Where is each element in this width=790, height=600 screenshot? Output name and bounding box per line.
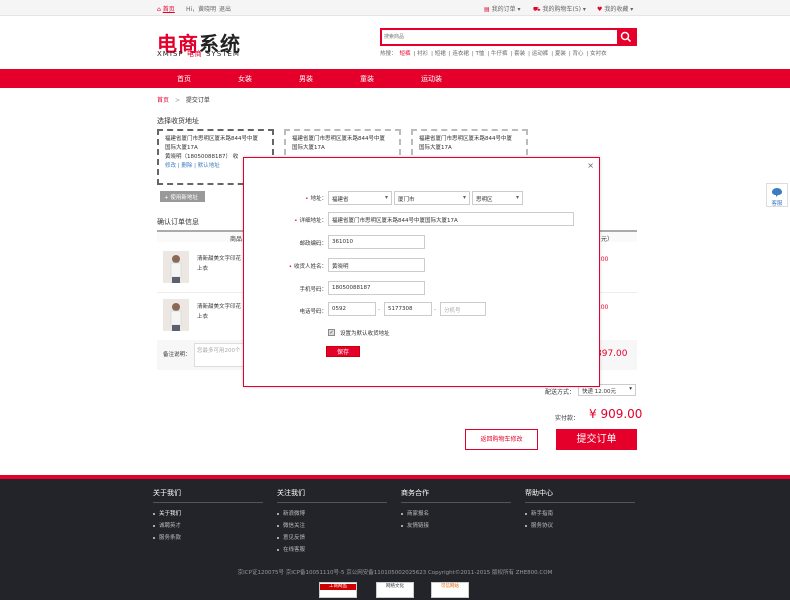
greeting-text: Hi，黄晓明 xyxy=(186,6,217,13)
home-icon: ⌂ xyxy=(157,6,161,13)
cart-link[interactable]: ⛟ 我的购物车(5) ▾ xyxy=(533,4,586,14)
search-icon xyxy=(620,31,632,43)
hot-link[interactable]: 短裙 xyxy=(435,51,446,57)
footer-link[interactable]: 意见反馈 xyxy=(277,532,387,544)
footer-link[interactable]: 服务协议 xyxy=(525,520,635,532)
search-input[interactable] xyxy=(384,31,614,43)
footer-link[interactable]: 商家报名 xyxy=(401,508,511,520)
footer-col-about: 关于我们 关于我们 诚聘英才 服务条款 xyxy=(153,488,263,544)
receiver-name-input[interactable]: 黄晓明 xyxy=(328,258,425,272)
my-orders-link[interactable]: ▤ 我的订单 ▾ xyxy=(484,4,521,13)
hot-link[interactable]: T恤 xyxy=(476,51,485,57)
detail-address-label: • 详细地址： xyxy=(294,218,327,224)
nav-item-men[interactable]: 男装 xyxy=(299,74,313,84)
subtotal-value: 897.00 xyxy=(596,349,628,359)
hot-link[interactable]: 套装 xyxy=(514,51,525,57)
footer-link[interactable]: 诚聘英才 xyxy=(153,520,263,532)
hot-link[interactable]: 连衣裙 xyxy=(452,51,469,57)
footer-col-business: 商务合作 商家报名 友情链接 xyxy=(401,488,511,532)
receiver-name-label: • 收货人姓名： xyxy=(288,264,327,270)
add-address-button[interactable]: + 使用新地址 xyxy=(160,191,205,202)
order-icon: ▤ xyxy=(484,6,490,13)
favorites-link[interactable]: ♥ 我的收藏 ▾ xyxy=(597,4,633,13)
hot-link[interactable]: 女衬衣 xyxy=(590,51,607,57)
pay-label: 实付款： xyxy=(555,415,580,422)
hot-link[interactable]: 背心 xyxy=(573,51,584,57)
zip-input[interactable]: 361010 xyxy=(328,235,425,249)
remark-label: 备注说明： xyxy=(163,352,191,358)
back-to-cart-button[interactable]: 返回购物车修改 xyxy=(465,429,538,450)
phone-area-input[interactable]: 0592 xyxy=(328,302,376,316)
footer-link[interactable]: 微信关注 xyxy=(277,520,387,532)
submit-order-button[interactable]: 提交订单 xyxy=(556,429,637,450)
search-button[interactable] xyxy=(617,30,635,44)
footer-link[interactable]: 服务条款 xyxy=(153,532,263,544)
logo-subtitle: XMISP 电商 SYSTEM xyxy=(157,50,240,58)
address-section-title: 选择收货地址 xyxy=(157,117,199,125)
hot-search-links: 热搜： 短裤 | 衬衫 | 短裙 | 连衣裙 | T恤 | 牛仔裤 | 套装 | 运动裤 | 夏装… xyxy=(380,51,607,57)
breadcrumb: 首页 > 提交订单 xyxy=(157,97,210,104)
plus-icon: + xyxy=(164,195,169,201)
nav-item-sports[interactable]: 运动装 xyxy=(421,74,442,84)
hot-link[interactable]: 短裤 xyxy=(400,51,411,57)
hot-link[interactable]: 衬衫 xyxy=(417,51,428,57)
nav-item-kids[interactable]: 童装 xyxy=(360,74,374,84)
address-edit-dialog: × •地址： 福建省 厦门市 思明区 •详细地址： 福建省厦门市思明区厦禾路84… xyxy=(243,157,600,387)
default-address-checkbox[interactable]: ✓ xyxy=(328,329,335,336)
hot-link[interactable]: 夏装 xyxy=(555,51,566,57)
footer-link[interactable]: 新手指南 xyxy=(525,508,635,520)
shipping-label: 配送方式： xyxy=(545,389,576,396)
heart-icon: ♥ xyxy=(597,6,603,13)
customer-service-button[interactable]: 客服 xyxy=(766,183,788,207)
district-select[interactable]: 思明区 xyxy=(472,191,523,205)
logout-link[interactable]: 退出 xyxy=(219,4,231,13)
save-button[interactable]: 保存 xyxy=(326,346,360,357)
footer-link[interactable]: 在线客服 xyxy=(277,544,387,556)
top-bar: ⌂ 首页 Hi，黄晓明 退出 ▤ 我的订单 ▾ ⛟ 我的购物车(5) ▾ ♥ 我… xyxy=(0,0,790,16)
phone-number-input[interactable]: 5177308 xyxy=(384,302,432,316)
zip-label: 邮政编码： xyxy=(299,241,327,247)
home-link[interactable]: ⌂ 首页 xyxy=(157,4,175,13)
breadcrumb-current: 提交订单 xyxy=(185,97,210,104)
confirm-section-title: 确认订单信息 xyxy=(157,218,199,226)
product-name[interactable]: 清新甜美文字印花 松上衣 xyxy=(197,254,249,274)
nav-item-women[interactable]: 女装 xyxy=(238,74,252,84)
product-name[interactable]: 清新甜美文字印花 松上衣 xyxy=(197,302,249,322)
copyright-text: 京ICP证120075号 京ICP备10051110号-5 京公网安备11010… xyxy=(237,570,553,576)
default-address-label: 设置为默认收货地址 xyxy=(340,331,390,337)
close-icon[interactable]: × xyxy=(587,161,594,170)
hot-link[interactable]: 运动裤 xyxy=(532,51,549,57)
phone-label: 电话号码： xyxy=(299,309,327,315)
phone-extension-input[interactable]: 分机号 xyxy=(440,302,486,316)
footer-link[interactable]: 新浪微博 xyxy=(277,508,387,520)
nav-item-home[interactable]: 首页 xyxy=(177,74,191,84)
cart-icon: ⛟ xyxy=(533,6,541,13)
footer: 关于我们 关于我们 诚聘英才 服务条款 关注我们 新浪微博 微信关注 意见反馈 … xyxy=(0,475,790,600)
footer-link[interactable]: 友情链接 xyxy=(401,520,511,532)
city-select[interactable]: 厦门市 xyxy=(394,191,470,205)
trust-badge[interactable]: 可信网站 xyxy=(431,582,469,598)
detail-address-input[interactable]: 福建省厦门市思明区厦禾路844号中厦国际大厦17A xyxy=(328,212,574,226)
search-box xyxy=(380,28,637,46)
trust-badge[interactable]: 工商网监 xyxy=(319,582,357,598)
breadcrumb-home[interactable]: 首页 xyxy=(157,97,169,104)
province-select[interactable]: 福建省 xyxy=(328,191,392,205)
footer-col-follow: 关注我们 新浪微博 微信关注 意见反馈 在线客服 xyxy=(277,488,387,556)
product-image[interactable] xyxy=(163,251,189,283)
footer-col-help: 帮助中心 新手指南 服务协议 xyxy=(525,488,635,532)
hot-link[interactable]: 牛仔裤 xyxy=(491,51,508,57)
pay-total: ¥ 909.00 xyxy=(589,407,643,421)
mobile-label: 手机号码： xyxy=(299,287,327,293)
main-nav: 首页 女装 男装 童装 运动装 xyxy=(0,69,790,88)
chat-icon xyxy=(772,188,782,197)
product-image[interactable] xyxy=(163,299,189,331)
address-label: • 地址： xyxy=(305,196,327,202)
chevron-down-icon: ▾ xyxy=(629,386,632,392)
mobile-input[interactable]: 18050088187 xyxy=(328,281,425,295)
footer-link[interactable]: 关于我们 xyxy=(153,508,263,520)
trust-badge[interactable]: 网络文化 xyxy=(376,582,414,598)
